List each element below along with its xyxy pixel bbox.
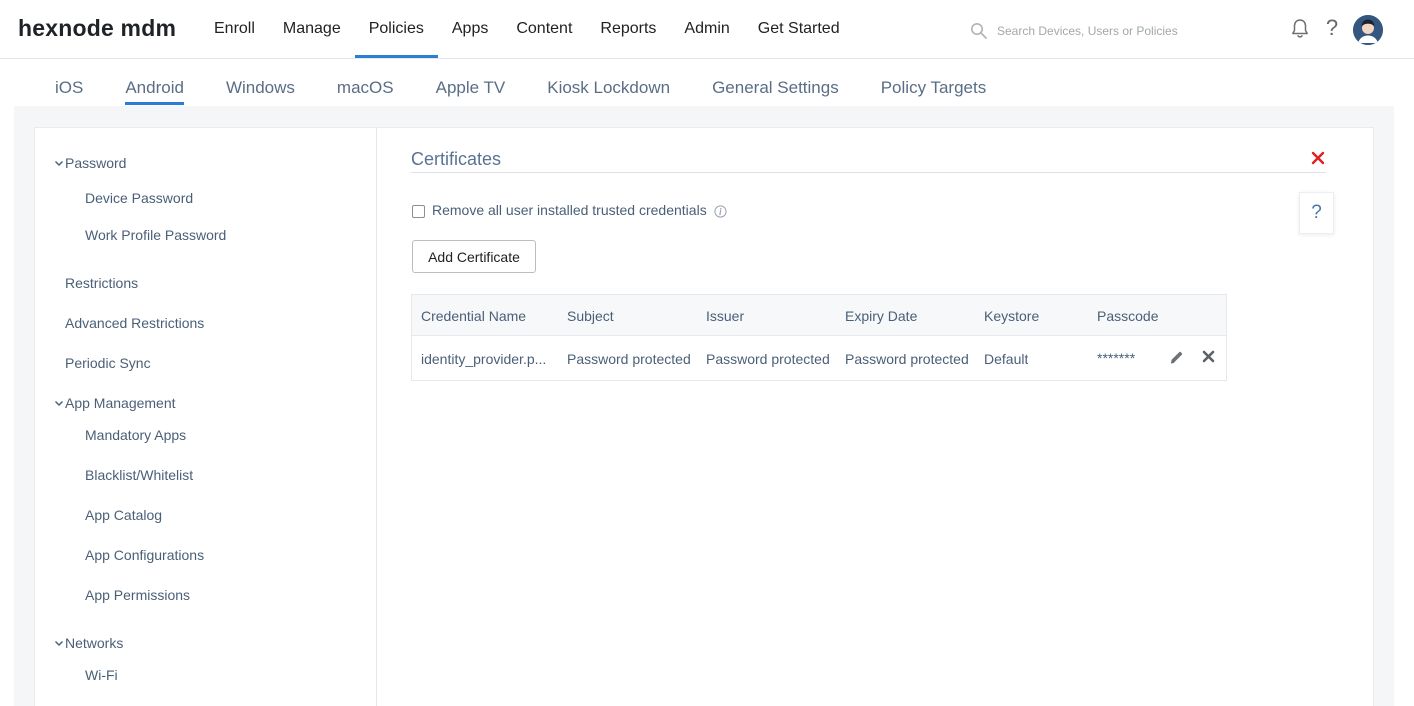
help-icon[interactable]: ? xyxy=(1323,15,1341,41)
column-header-expiry-date: Expiry Date xyxy=(845,308,918,324)
nav-enroll[interactable]: Enroll xyxy=(200,0,269,58)
nav-manage[interactable]: Manage xyxy=(269,0,355,58)
edit-pencil-icon[interactable] xyxy=(1169,350,1184,365)
column-header-passcode: Passcode xyxy=(1097,308,1159,324)
cell-credential-name: identity_provider.p... xyxy=(421,351,547,367)
close-icon[interactable] xyxy=(1311,151,1325,165)
tab-windows[interactable]: Windows xyxy=(205,70,316,105)
sidebar-group-app-management[interactable]: App Management xyxy=(53,395,176,411)
platform-tabs: iOS Android Windows macOS Apple TV Kiosk… xyxy=(34,70,1007,106)
nav-content[interactable]: Content xyxy=(502,0,586,58)
top-navigation-bar: hexnode mdm Enroll Manage Policies Apps … xyxy=(0,0,1414,59)
sidebar-item-app-permissions[interactable]: App Permissions xyxy=(85,587,190,603)
sidebar-item-advanced-restrictions[interactable]: Advanced Restrictions xyxy=(65,315,204,331)
sidebar-item-restrictions[interactable]: Restrictions xyxy=(65,275,138,291)
nav-apps[interactable]: Apps xyxy=(438,0,502,58)
sidebar-group-label: Password xyxy=(65,155,127,171)
hexnode-logo[interactable]: hexnode mdm xyxy=(18,15,176,42)
nav-admin[interactable]: Admin xyxy=(670,0,743,58)
tab-kiosk-lockdown[interactable]: Kiosk Lockdown xyxy=(526,70,691,105)
cell-expiry-date: Password protected xyxy=(845,351,969,367)
user-avatar[interactable] xyxy=(1353,15,1383,45)
remove-credentials-option: Remove all user installed trusted creden… xyxy=(412,202,727,218)
add-certificate-button[interactable]: Add Certificate xyxy=(412,240,536,273)
certificates-table: Credential Name Subject Issuer Expiry Da… xyxy=(411,294,1227,381)
cell-subject: Password protected xyxy=(567,351,691,367)
avatar-icon xyxy=(1353,15,1383,45)
tab-general-settings[interactable]: General Settings xyxy=(691,70,860,105)
title-divider xyxy=(411,172,1326,173)
panel-title: Certificates xyxy=(411,149,502,169)
info-icon[interactable] xyxy=(714,204,727,218)
sidebar-group-networks[interactable]: Networks xyxy=(53,635,123,651)
sidebar-item-device-password[interactable]: Device Password xyxy=(85,190,193,206)
sidebar-item-periodic-sync[interactable]: Periodic Sync xyxy=(65,355,151,371)
sidebar-item-app-configurations[interactable]: App Configurations xyxy=(85,547,204,563)
policy-sidebar: Password Device Password Work Profile Pa… xyxy=(35,128,377,706)
search-input[interactable] xyxy=(997,24,1247,38)
sidebar-item-blacklist-whitelist[interactable]: Blacklist/Whitelist xyxy=(85,467,193,483)
sidebar-item-work-profile-password[interactable]: Work Profile Password xyxy=(85,227,226,243)
checkbox-label[interactable]: Remove all user installed trusted creden… xyxy=(432,202,707,218)
sidebar-item-app-catalog[interactable]: App Catalog xyxy=(85,507,162,523)
tab-macos[interactable]: macOS xyxy=(316,70,415,105)
column-header-subject: Subject xyxy=(567,308,614,324)
tab-android[interactable]: Android xyxy=(104,70,205,105)
nav-get-started[interactable]: Get Started xyxy=(744,0,854,58)
remove-credentials-checkbox[interactable] xyxy=(412,205,425,218)
tab-ios[interactable]: iOS xyxy=(34,70,104,105)
sidebar-item-mandatory-apps[interactable]: Mandatory Apps xyxy=(85,427,186,443)
cell-issuer: Password protected xyxy=(706,351,830,367)
nav-policies[interactable]: Policies xyxy=(354,0,439,58)
table-row: identity_provider.p... Password protecte… xyxy=(412,336,1226,380)
global-search xyxy=(970,20,1260,42)
help-button[interactable]: ? xyxy=(1299,192,1334,234)
column-header-issuer: Issuer xyxy=(706,308,745,324)
column-header-credential-name: Credential Name xyxy=(421,308,527,324)
sidebar-group-label: Networks xyxy=(65,635,124,651)
main-nav: Enroll Manage Policies Apps Content Repo… xyxy=(200,0,854,58)
chevron-down-icon xyxy=(55,161,63,166)
cell-keystore: Default xyxy=(984,351,1029,367)
bell-icon[interactable] xyxy=(1288,17,1312,41)
chevron-down-icon xyxy=(55,401,63,406)
nav-reports[interactable]: Reports xyxy=(586,0,670,58)
sidebar-item-wifi[interactable]: Wi-Fi xyxy=(85,667,118,683)
sidebar-group-label: App Management xyxy=(65,395,176,411)
column-header-keystore: Keystore xyxy=(984,308,1040,324)
table-header: Credential Name Subject Issuer Expiry Da… xyxy=(412,295,1226,336)
sidebar-group-password[interactable]: Password xyxy=(53,155,126,171)
chevron-down-icon xyxy=(55,641,63,646)
cell-passcode: ******* xyxy=(1097,350,1136,366)
tab-apple-tv[interactable]: Apple TV xyxy=(415,70,527,105)
tab-policy-targets[interactable]: Policy Targets xyxy=(860,70,1008,105)
search-icon xyxy=(971,23,987,39)
delete-x-icon[interactable] xyxy=(1202,350,1215,363)
